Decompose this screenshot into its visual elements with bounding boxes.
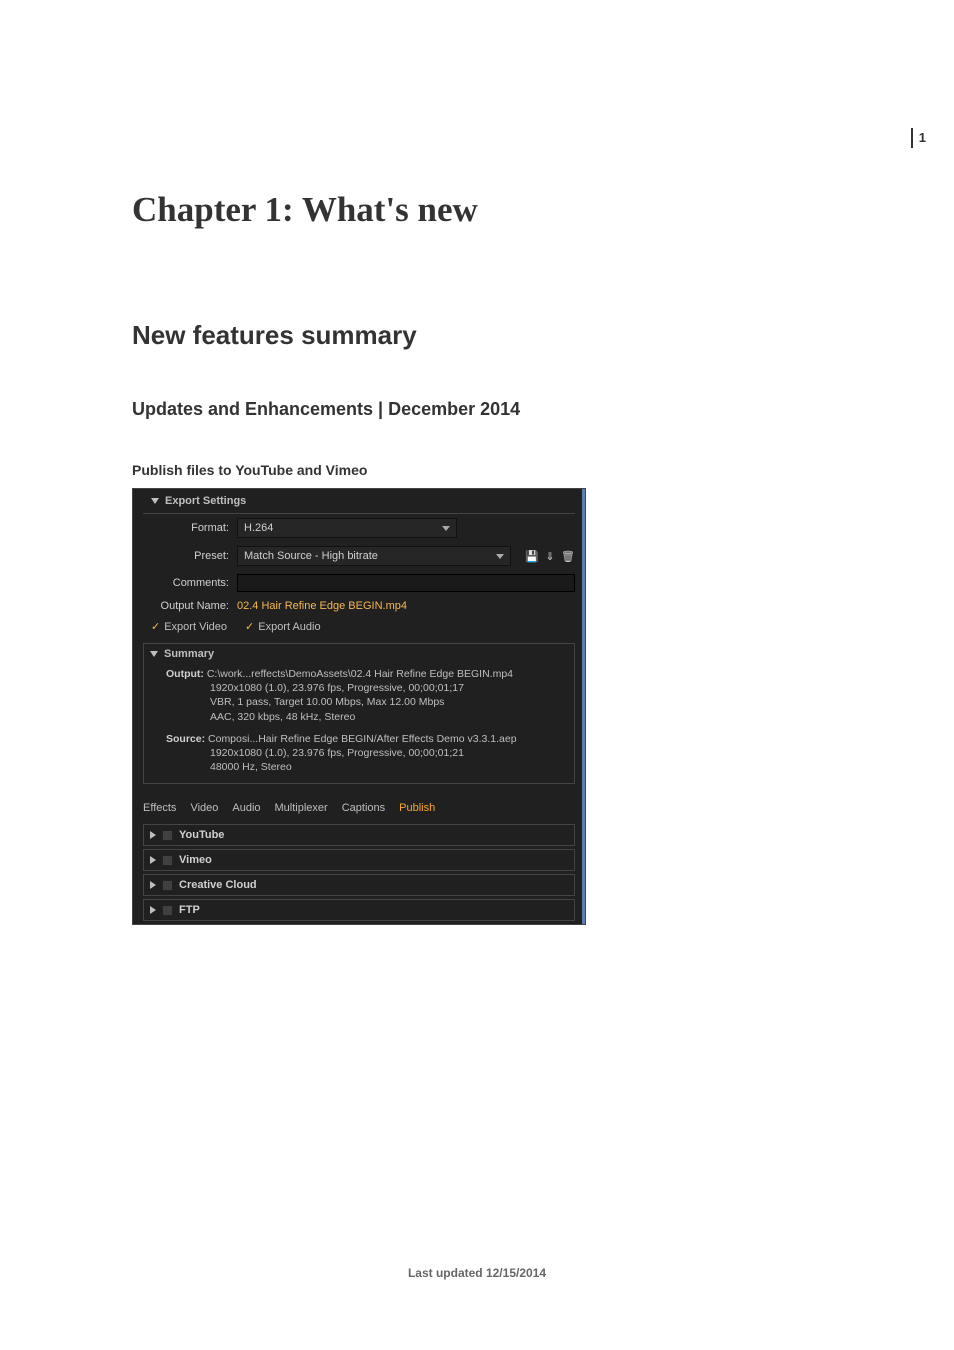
vimeo-label: Vimeo [179, 854, 212, 866]
publish-youtube-group[interactable]: YouTube [143, 824, 575, 846]
export-audio-label: Export Audio [258, 621, 320, 633]
collapse-icon [151, 498, 159, 504]
output-label: Output: [166, 668, 204, 680]
source-path: Composi...Hair Refine Edge BEGIN/After E… [208, 733, 517, 745]
export-video-checkbox[interactable]: ✓ Export Video [151, 620, 227, 633]
summary-header[interactable]: Summary [150, 648, 568, 660]
check-icon: ✓ [151, 620, 160, 633]
ftp-checkbox[interactable] [162, 905, 173, 916]
publish-creative-cloud-group[interactable]: Creative Cloud [143, 874, 575, 896]
vimeo-checkbox[interactable] [162, 855, 173, 866]
comments-input[interactable] [237, 574, 575, 592]
format-value: H.264 [244, 522, 273, 534]
output-path: C:\work...reffects\DemoAssets\02.4 Hair … [207, 668, 513, 680]
tab-video[interactable]: Video [190, 802, 218, 814]
expand-icon [150, 831, 156, 839]
publish-ftp-group[interactable]: FTP [143, 899, 575, 921]
source-label: Source: [166, 733, 205, 745]
export-video-label: Export Video [164, 621, 227, 633]
export-settings-title: Export Settings [165, 495, 246, 507]
subsection-title: Updates and Enhancements | December 2014 [132, 399, 824, 420]
settings-tabs: Effects Video Audio Multiplexer Captions… [133, 794, 585, 824]
expand-icon [150, 906, 156, 914]
source-spec-video: 1920x1080 (1.0), 23.976 fps, Progressive… [166, 746, 568, 760]
chapter-title: Chapter 1: What's new [132, 190, 824, 230]
expand-icon [150, 856, 156, 864]
preset-dropdown[interactable]: Match Source - High bitrate [237, 546, 511, 566]
youtube-label: YouTube [179, 829, 224, 841]
youtube-checkbox[interactable] [162, 830, 173, 841]
output-spec-video: 1920x1080 (1.0), 23.976 fps, Progressive… [166, 681, 568, 695]
preset-icon-group: 💾 ⇓ 🗑 [525, 549, 575, 563]
export-check-row: ✓ Export Video ✓ Export Audio [133, 616, 585, 639]
check-icon: ✓ [245, 620, 254, 633]
page-number: 1 [911, 128, 926, 148]
export-settings-header[interactable]: Export Settings [143, 489, 575, 514]
tab-effects[interactable]: Effects [143, 802, 176, 814]
chevron-down-icon [442, 526, 450, 531]
last-updated-footer: Last updated 12/15/2014 [0, 1266, 954, 1280]
output-name-label: Output Name: [143, 600, 229, 612]
preset-row: Preset: Match Source - High bitrate 💾 ⇓ … [133, 542, 585, 570]
format-row: Format: H.264 [133, 514, 585, 542]
summary-title: Summary [164, 648, 214, 660]
format-label: Format: [143, 522, 229, 534]
preset-value: Match Source - High bitrate [244, 550, 378, 562]
publish-vimeo-group[interactable]: Vimeo [143, 849, 575, 871]
expand-icon [150, 881, 156, 889]
ftp-label: FTP [179, 904, 200, 916]
delete-preset-icon[interactable]: 🗑 [561, 549, 575, 563]
collapse-icon [150, 651, 158, 657]
save-preset-icon[interactable]: 💾 [525, 549, 539, 563]
output-name-row: Output Name: 02.4 Hair Refine Edge BEGIN… [133, 596, 585, 616]
output-spec-bitrate: VBR, 1 pass, Target 10.00 Mbps, Max 12.0… [166, 695, 568, 709]
export-settings-screenshot: Export Settings Format: H.264 Preset: Ma… [132, 488, 586, 925]
scrollbar-edge [582, 489, 585, 924]
sub-heading: Publish files to YouTube and Vimeo [132, 462, 824, 478]
source-spec-audio: 48000 Hz, Stereo [166, 760, 568, 774]
chevron-down-icon [496, 554, 504, 559]
output-name-link[interactable]: 02.4 Hair Refine Edge BEGIN.mp4 [237, 600, 407, 612]
export-audio-checkbox[interactable]: ✓ Export Audio [245, 620, 321, 633]
tab-captions[interactable]: Captions [342, 802, 385, 814]
tab-audio[interactable]: Audio [232, 802, 260, 814]
creative-cloud-label: Creative Cloud [179, 879, 257, 891]
tab-multiplexer[interactable]: Multiplexer [275, 802, 328, 814]
main-content: Chapter 1: What's new New features summa… [132, 0, 824, 925]
creative-cloud-checkbox[interactable] [162, 880, 173, 891]
summary-panel: Summary Output: C:\work...reffects\DemoA… [143, 643, 575, 784]
tab-publish[interactable]: Publish [399, 802, 435, 814]
preset-label: Preset: [143, 550, 229, 562]
summary-source-block: Source: Composi...Hair Refine Edge BEGIN… [150, 729, 568, 780]
summary-output-block: Output: C:\work...reffects\DemoAssets\02… [150, 664, 568, 729]
format-dropdown[interactable]: H.264 [237, 518, 457, 538]
output-spec-audio: AAC, 320 kbps, 48 kHz, Stereo [166, 710, 568, 724]
comments-row: Comments: [133, 570, 585, 596]
section-title: New features summary [132, 320, 824, 351]
comments-label: Comments: [143, 577, 229, 589]
import-preset-icon[interactable]: ⇓ [543, 549, 557, 563]
